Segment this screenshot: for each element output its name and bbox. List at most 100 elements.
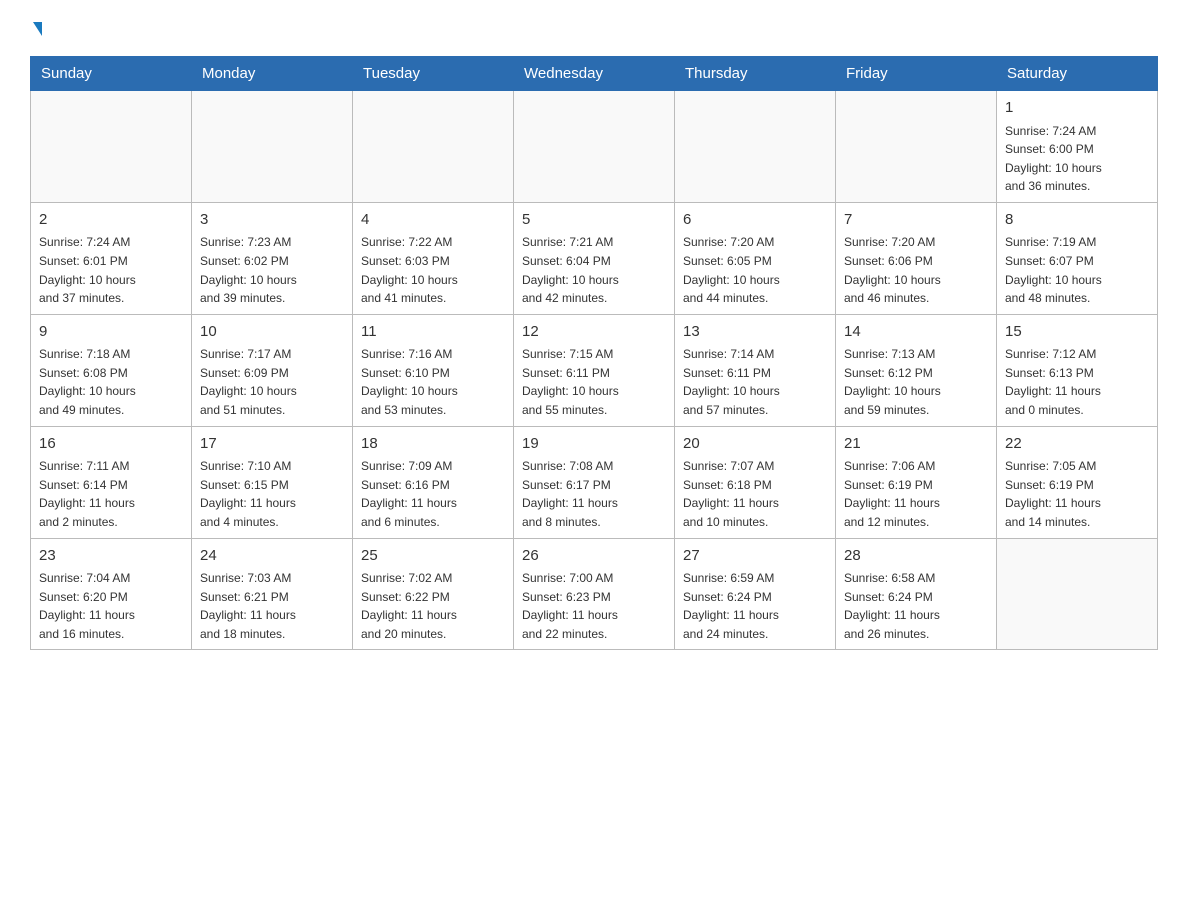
day-number: 3 xyxy=(200,209,344,232)
day-info: Sunrise: 7:04 AM Sunset: 6:20 PM Dayligh… xyxy=(39,569,183,643)
calendar-cell xyxy=(675,91,836,203)
calendar-cell: 15Sunrise: 7:12 AM Sunset: 6:13 PM Dayli… xyxy=(997,314,1158,426)
day-number: 10 xyxy=(200,321,344,344)
calendar-cell: 23Sunrise: 7:04 AM Sunset: 6:20 PM Dayli… xyxy=(31,538,192,650)
day-info: Sunrise: 7:13 AM Sunset: 6:12 PM Dayligh… xyxy=(844,345,988,419)
calendar-cell: 8Sunrise: 7:19 AM Sunset: 6:07 PM Daylig… xyxy=(997,202,1158,314)
calendar-cell: 26Sunrise: 7:00 AM Sunset: 6:23 PM Dayli… xyxy=(514,538,675,650)
day-number: 18 xyxy=(361,433,505,456)
day-info: Sunrise: 7:21 AM Sunset: 6:04 PM Dayligh… xyxy=(522,233,666,307)
day-info: Sunrise: 7:18 AM Sunset: 6:08 PM Dayligh… xyxy=(39,345,183,419)
weekday-header-thursday: Thursday xyxy=(675,57,836,91)
day-number: 5 xyxy=(522,209,666,232)
day-info: Sunrise: 7:06 AM Sunset: 6:19 PM Dayligh… xyxy=(844,457,988,531)
calendar-cell: 17Sunrise: 7:10 AM Sunset: 6:15 PM Dayli… xyxy=(192,426,353,538)
day-info: Sunrise: 7:20 AM Sunset: 6:05 PM Dayligh… xyxy=(683,233,827,307)
calendar-week-3: 9Sunrise: 7:18 AM Sunset: 6:08 PM Daylig… xyxy=(31,314,1158,426)
calendar-cell: 4Sunrise: 7:22 AM Sunset: 6:03 PM Daylig… xyxy=(353,202,514,314)
day-info: Sunrise: 7:22 AM Sunset: 6:03 PM Dayligh… xyxy=(361,233,505,307)
day-number: 1 xyxy=(1005,97,1149,120)
calendar-cell: 6Sunrise: 7:20 AM Sunset: 6:05 PM Daylig… xyxy=(675,202,836,314)
day-number: 20 xyxy=(683,433,827,456)
weekday-header-saturday: Saturday xyxy=(997,57,1158,91)
day-info: Sunrise: 7:24 AM Sunset: 6:00 PM Dayligh… xyxy=(1005,122,1149,196)
day-number: 28 xyxy=(844,545,988,568)
weekday-header-sunday: Sunday xyxy=(31,57,192,91)
calendar-cell xyxy=(31,91,192,203)
day-number: 2 xyxy=(39,209,183,232)
day-number: 6 xyxy=(683,209,827,232)
calendar-cell: 19Sunrise: 7:08 AM Sunset: 6:17 PM Dayli… xyxy=(514,426,675,538)
day-number: 9 xyxy=(39,321,183,344)
day-number: 17 xyxy=(200,433,344,456)
day-info: Sunrise: 7:12 AM Sunset: 6:13 PM Dayligh… xyxy=(1005,345,1149,419)
calendar-cell: 28Sunrise: 6:58 AM Sunset: 6:24 PM Dayli… xyxy=(836,538,997,650)
calendar-week-1: 1Sunrise: 7:24 AM Sunset: 6:00 PM Daylig… xyxy=(31,91,1158,203)
day-number: 22 xyxy=(1005,433,1149,456)
calendar-cell: 9Sunrise: 7:18 AM Sunset: 6:08 PM Daylig… xyxy=(31,314,192,426)
calendar-cell xyxy=(997,538,1158,650)
day-info: Sunrise: 7:02 AM Sunset: 6:22 PM Dayligh… xyxy=(361,569,505,643)
calendar-cell xyxy=(192,91,353,203)
calendar-cell: 12Sunrise: 7:15 AM Sunset: 6:11 PM Dayli… xyxy=(514,314,675,426)
calendar-cell: 13Sunrise: 7:14 AM Sunset: 6:11 PM Dayli… xyxy=(675,314,836,426)
calendar-cell: 16Sunrise: 7:11 AM Sunset: 6:14 PM Dayli… xyxy=(31,426,192,538)
day-number: 27 xyxy=(683,545,827,568)
calendar-cell: 18Sunrise: 7:09 AM Sunset: 6:16 PM Dayli… xyxy=(353,426,514,538)
calendar-cell: 24Sunrise: 7:03 AM Sunset: 6:21 PM Dayli… xyxy=(192,538,353,650)
logo xyxy=(30,20,42,36)
day-number: 11 xyxy=(361,321,505,344)
weekday-header-tuesday: Tuesday xyxy=(353,57,514,91)
day-info: Sunrise: 7:14 AM Sunset: 6:11 PM Dayligh… xyxy=(683,345,827,419)
day-info: Sunrise: 7:09 AM Sunset: 6:16 PM Dayligh… xyxy=(361,457,505,531)
day-info: Sunrise: 7:20 AM Sunset: 6:06 PM Dayligh… xyxy=(844,233,988,307)
weekday-header-row: SundayMondayTuesdayWednesdayThursdayFrid… xyxy=(31,57,1158,91)
calendar-cell: 21Sunrise: 7:06 AM Sunset: 6:19 PM Dayli… xyxy=(836,426,997,538)
calendar-cell xyxy=(514,91,675,203)
day-number: 15 xyxy=(1005,321,1149,344)
day-info: Sunrise: 7:19 AM Sunset: 6:07 PM Dayligh… xyxy=(1005,233,1149,307)
day-info: Sunrise: 7:00 AM Sunset: 6:23 PM Dayligh… xyxy=(522,569,666,643)
calendar-cell: 25Sunrise: 7:02 AM Sunset: 6:22 PM Dayli… xyxy=(353,538,514,650)
calendar-cell: 10Sunrise: 7:17 AM Sunset: 6:09 PM Dayli… xyxy=(192,314,353,426)
calendar-cell: 27Sunrise: 6:59 AM Sunset: 6:24 PM Dayli… xyxy=(675,538,836,650)
day-number: 12 xyxy=(522,321,666,344)
day-info: Sunrise: 7:17 AM Sunset: 6:09 PM Dayligh… xyxy=(200,345,344,419)
weekday-header-wednesday: Wednesday xyxy=(514,57,675,91)
day-number: 25 xyxy=(361,545,505,568)
calendar-week-2: 2Sunrise: 7:24 AM Sunset: 6:01 PM Daylig… xyxy=(31,202,1158,314)
calendar-week-4: 16Sunrise: 7:11 AM Sunset: 6:14 PM Dayli… xyxy=(31,426,1158,538)
day-number: 21 xyxy=(844,433,988,456)
calendar-cell: 22Sunrise: 7:05 AM Sunset: 6:19 PM Dayli… xyxy=(997,426,1158,538)
day-info: Sunrise: 7:07 AM Sunset: 6:18 PM Dayligh… xyxy=(683,457,827,531)
calendar-cell: 20Sunrise: 7:07 AM Sunset: 6:18 PM Dayli… xyxy=(675,426,836,538)
day-number: 24 xyxy=(200,545,344,568)
day-info: Sunrise: 7:23 AM Sunset: 6:02 PM Dayligh… xyxy=(200,233,344,307)
day-number: 16 xyxy=(39,433,183,456)
calendar-cell: 14Sunrise: 7:13 AM Sunset: 6:12 PM Dayli… xyxy=(836,314,997,426)
day-info: Sunrise: 7:08 AM Sunset: 6:17 PM Dayligh… xyxy=(522,457,666,531)
calendar-cell xyxy=(353,91,514,203)
day-info: Sunrise: 7:03 AM Sunset: 6:21 PM Dayligh… xyxy=(200,569,344,643)
day-info: Sunrise: 7:16 AM Sunset: 6:10 PM Dayligh… xyxy=(361,345,505,419)
day-info: Sunrise: 6:59 AM Sunset: 6:24 PM Dayligh… xyxy=(683,569,827,643)
calendar-cell: 5Sunrise: 7:21 AM Sunset: 6:04 PM Daylig… xyxy=(514,202,675,314)
calendar-week-5: 23Sunrise: 7:04 AM Sunset: 6:20 PM Dayli… xyxy=(31,538,1158,650)
day-number: 26 xyxy=(522,545,666,568)
day-info: Sunrise: 7:15 AM Sunset: 6:11 PM Dayligh… xyxy=(522,345,666,419)
weekday-header-monday: Monday xyxy=(192,57,353,91)
calendar-cell xyxy=(836,91,997,203)
calendar-cell: 7Sunrise: 7:20 AM Sunset: 6:06 PM Daylig… xyxy=(836,202,997,314)
calendar-cell: 11Sunrise: 7:16 AM Sunset: 6:10 PM Dayli… xyxy=(353,314,514,426)
day-number: 14 xyxy=(844,321,988,344)
calendar-table: SundayMondayTuesdayWednesdayThursdayFrid… xyxy=(30,56,1158,650)
day-number: 7 xyxy=(844,209,988,232)
logo-arrow-icon xyxy=(33,22,42,36)
day-info: Sunrise: 7:05 AM Sunset: 6:19 PM Dayligh… xyxy=(1005,457,1149,531)
calendar-cell: 3Sunrise: 7:23 AM Sunset: 6:02 PM Daylig… xyxy=(192,202,353,314)
day-number: 13 xyxy=(683,321,827,344)
day-info: Sunrise: 7:11 AM Sunset: 6:14 PM Dayligh… xyxy=(39,457,183,531)
day-info: Sunrise: 6:58 AM Sunset: 6:24 PM Dayligh… xyxy=(844,569,988,643)
weekday-header-friday: Friday xyxy=(836,57,997,91)
day-number: 23 xyxy=(39,545,183,568)
